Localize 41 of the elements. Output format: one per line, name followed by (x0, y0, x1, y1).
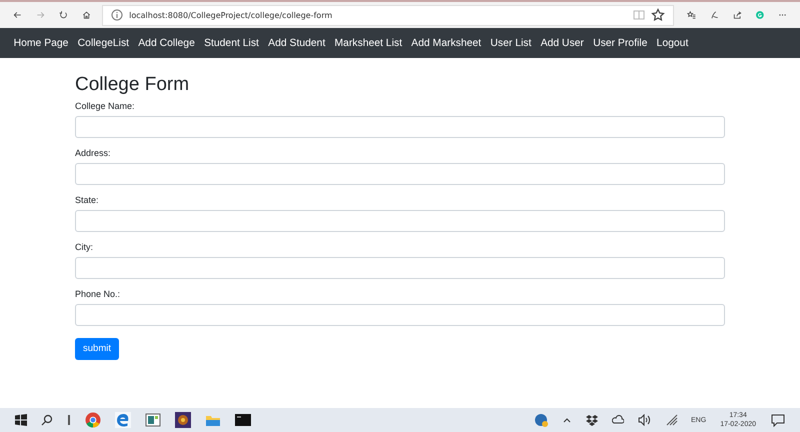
nav-link[interactable]: Marksheet List (330, 38, 407, 48)
nav-link[interactable]: Add Student (264, 38, 330, 48)
info-icon (111, 9, 124, 21)
field-label: State: (75, 195, 99, 205)
nav-link[interactable]: Add Marksheet (406, 38, 486, 48)
cloud-icon (612, 414, 624, 426)
star-icon[interactable] (651, 8, 666, 22)
help-tray-icon (534, 413, 548, 427)
input-field[interactable] (75, 210, 725, 232)
nav-link[interactable]: Home Page (9, 38, 74, 48)
nav-link[interactable]: User List (486, 38, 536, 48)
field-label: Address: (75, 148, 111, 158)
nav-link[interactable]: User Profile (588, 38, 652, 48)
chrome-icon[interactable] (85, 412, 101, 428)
field-label: College Name: (75, 101, 135, 111)
notification-icon[interactable] (771, 413, 785, 427)
url-text: localhost:8080/CollegeProject/college/college-form (129, 10, 332, 20)
field-label: Phone No.: (75, 289, 120, 299)
volume-icon[interactable] (638, 414, 652, 426)
emblem-app-icon[interactable] (175, 412, 191, 428)
task-view-icon[interactable] (67, 414, 71, 426)
submit-button[interactable]: submit (75, 338, 119, 360)
dropbox-icon (586, 414, 598, 426)
input-field[interactable] (75, 257, 725, 279)
nav-link[interactable]: Student List (199, 38, 264, 48)
edge-icon[interactable] (115, 412, 131, 428)
nav-link[interactable]: Add College (134, 38, 200, 48)
form-title: College Form (75, 74, 190, 96)
input-field[interactable] (75, 116, 725, 138)
terminal-icon[interactable] (235, 413, 251, 427)
search-icon[interactable] (41, 414, 53, 426)
nav-link[interactable]: Logout (652, 38, 693, 48)
field-label: City: (75, 242, 93, 252)
nav-link[interactable]: Add User (536, 38, 588, 48)
windows-icon[interactable] (15, 414, 27, 426)
folder-icon[interactable] (205, 413, 221, 427)
input-field[interactable] (75, 163, 725, 185)
input-field[interactable] (75, 304, 725, 326)
window-app-icon[interactable] (145, 413, 161, 427)
address-bar[interactable]: localhost:8080/CollegeProject/college/college-form (102, 4, 674, 26)
nav-link[interactable]: CollegeList (73, 38, 134, 48)
